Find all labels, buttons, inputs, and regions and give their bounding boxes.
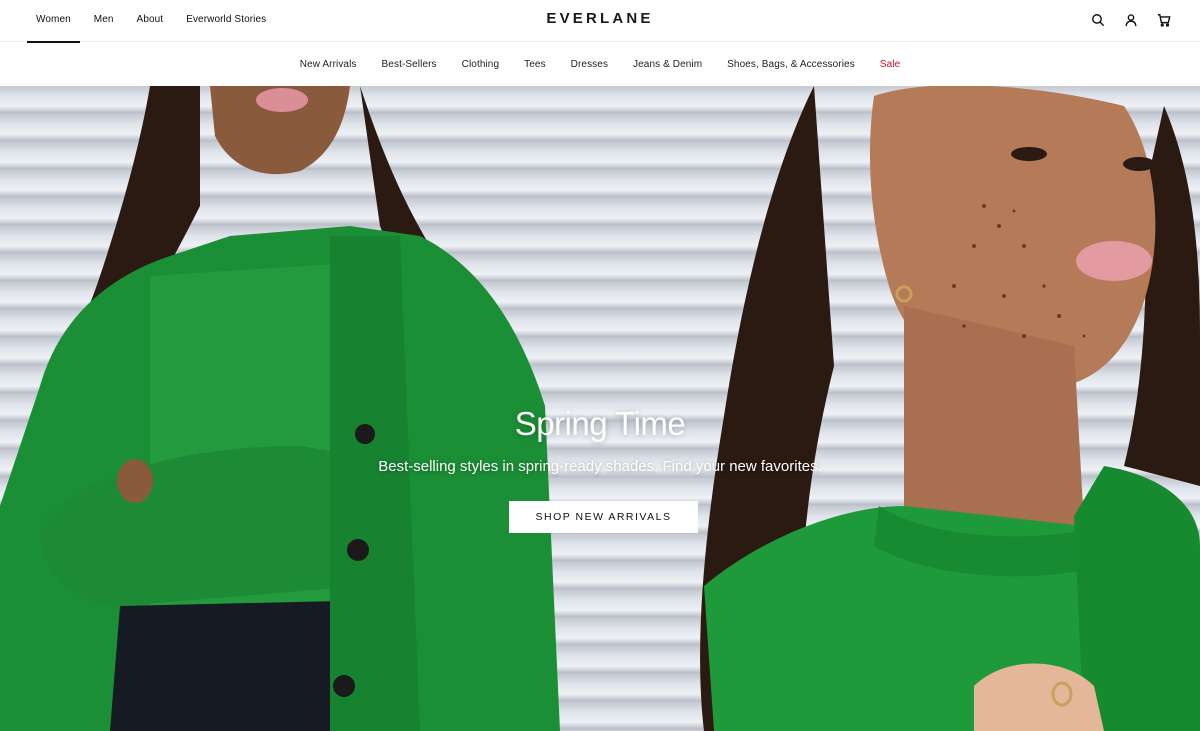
tab-women[interactable]: Women: [27, 0, 80, 43]
shop-new-arrivals-button[interactable]: SHOP NEW ARRIVALS: [509, 501, 698, 533]
top-bar: Women Men About Everworld Stories EVERLA…: [0, 0, 1200, 43]
search-icon[interactable]: [1090, 11, 1106, 29]
gender-tabs: Women Men About Everworld Stories: [27, 0, 275, 43]
header-icons: [1090, 11, 1172, 29]
category-new-arrivals[interactable]: New Arrivals: [287, 59, 369, 70]
logo[interactable]: EVERLANE: [546, 10, 653, 27]
tab-men[interactable]: Men: [85, 0, 123, 42]
category-shoes-bags-accessories[interactable]: Shoes, Bags, & Accessories: [715, 59, 868, 70]
category-tees[interactable]: Tees: [512, 59, 559, 70]
category-nav: New Arrivals Best-Sellers Clothing Tees …: [0, 43, 1200, 86]
category-best-sellers[interactable]: Best-Sellers: [369, 59, 449, 70]
hero-image-left: [0, 86, 604, 731]
hero-banner[interactable]: Spring Time Best-selling styles in sprin…: [0, 86, 1200, 731]
category-jeans-denim[interactable]: Jeans & Denim: [621, 59, 715, 70]
account-icon[interactable]: [1123, 11, 1139, 29]
cart-icon[interactable]: [1156, 11, 1172, 29]
hero-image-right: [604, 86, 1200, 731]
category-clothing[interactable]: Clothing: [449, 59, 512, 70]
category-dresses[interactable]: Dresses: [558, 59, 620, 70]
tab-everworld-stories[interactable]: Everworld Stories: [177, 0, 275, 42]
category-sale[interactable]: Sale: [867, 59, 912, 70]
tab-about[interactable]: About: [128, 0, 173, 42]
